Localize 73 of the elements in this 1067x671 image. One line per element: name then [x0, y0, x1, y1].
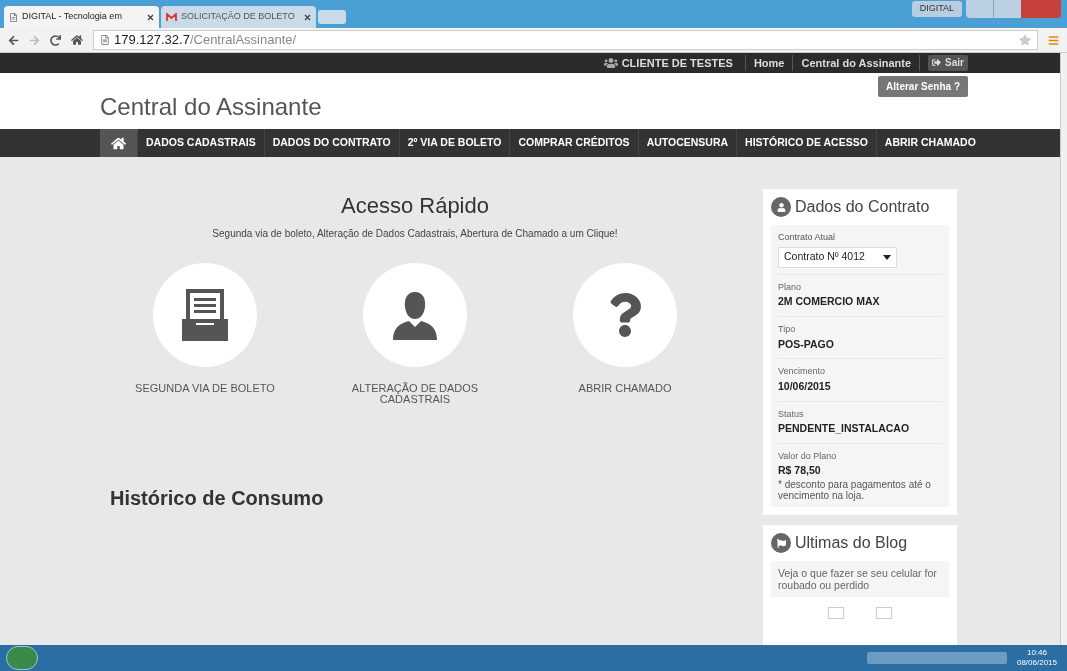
user-name: CLIENTE DE TESTES [621, 54, 746, 72]
top-link[interactable]: Central do Assinante [793, 54, 921, 72]
menu-icon[interactable] [1048, 34, 1059, 46]
close-icon[interactable] [304, 13, 311, 21]
panel-title: Dados do Contrato [795, 197, 930, 218]
users-icon [603, 55, 618, 70]
user-silhouette-icon [390, 290, 440, 341]
url-path: /CentralAssinante/ [189, 31, 297, 50]
browser-tab[interactable]: DIGITAL - Tecnologia em [4, 6, 159, 28]
tooltip: Alterar Senha ? [878, 75, 968, 97]
field-value: 2M COMERCIO MAX [778, 294, 881, 310]
forward-icon[interactable] [29, 34, 40, 46]
blog-post-link[interactable]: Veja o que fazer se seu celular for roubado ou perdido [771, 561, 949, 597]
page-title: Central do Assinante [100, 92, 322, 123]
url-host: 179.127.32.7 [114, 31, 190, 50]
logout-button[interactable]: Sair [928, 54, 968, 71]
next-button[interactable] [876, 607, 892, 619]
dropdown-caret-icon [883, 254, 891, 260]
inbox-tray-icon [182, 289, 228, 342]
scrollbar[interactable] [1060, 53, 1067, 645]
field-value: PENDENTE_INSTALACAO [778, 421, 911, 436]
field-label: Tipo [778, 323, 797, 336]
clock-date: 08/06/2015 [1016, 658, 1057, 668]
section-subtitle: Segunda via de boleto, Alteração de Dados Cadastrais, Abertura de Chamado a um Clique! [211, 227, 619, 242]
nav-link[interactable]: DADOS DO CONTRATO [263, 129, 399, 158]
field-note: * desconto para pagamentos até o vencimento na loja. [778, 479, 932, 501]
flag-icon [771, 533, 791, 553]
star-icon[interactable] [1019, 34, 1031, 46]
field-value: 10/06/2015 [778, 378, 832, 394]
profile-badge[interactable]: DIGITAL [911, 1, 962, 17]
home-tab[interactable] [100, 129, 137, 158]
user-icon [771, 197, 791, 218]
tab-title: DIGITAL - Tecnologia em [22, 10, 123, 24]
field-label: Contrato Atual [778, 231, 837, 245]
address-bar[interactable]: 179.127.32.7/CentralAssinante/ [93, 30, 1038, 50]
previous-button[interactable] [828, 607, 844, 619]
section-title: Acesso Rápido [340, 192, 490, 221]
browser-tab[interactable]: SOLICITAÇÃO DE BOLETO [161, 6, 316, 28]
nav-link[interactable]: COMPRAR CRÉDITOS [509, 129, 638, 158]
nav-link[interactable]: AUTOCENSURA [637, 129, 737, 158]
nav-link[interactable]: ABRIR CHAMADO [875, 129, 984, 158]
tab-title: SOLICITAÇÃO DE BOLETO [181, 10, 296, 24]
start-button[interactable] [6, 646, 38, 670]
mail-logo-icon [166, 13, 177, 21]
top-link[interactable]: Home [745, 54, 794, 72]
contract-select[interactable]: Contrato Nº 4012 [778, 246, 897, 268]
panel-title: Ultimas do Blog [795, 533, 908, 553]
nav-link[interactable]: HISTÓRICO DE ACESSO [736, 129, 876, 158]
clock-time: 10:46 [1026, 648, 1047, 658]
home-icon[interactable] [71, 34, 83, 46]
home-icon [111, 135, 126, 151]
quick-link[interactable]: ABRIR CHAMADO [545, 263, 705, 406]
field-label: Valor do Plano [778, 449, 838, 463]
quick-link[interactable]: ALTERAÇÃO DE DADOS CADASTRAIS [335, 263, 495, 406]
nav-link[interactable]: DADOS CADASTRAIS [137, 129, 264, 158]
page-icon [9, 12, 18, 22]
window-controls[interactable] [966, 0, 1061, 18]
field-value: POS-PAGO [778, 336, 835, 352]
nav-link[interactable]: 2º VIA DE BOLETO [398, 129, 510, 158]
field-label: Plano [778, 280, 803, 294]
quick-link-label: SEGUNDA VIA DE BOLETO [135, 383, 275, 395]
back-icon[interactable] [8, 34, 19, 46]
reload-icon[interactable] [50, 34, 61, 46]
field-label: Vencimento [778, 365, 827, 379]
quick-link-label: ALTERAÇÃO DE DADOS CADASTRAIS [350, 383, 480, 406]
close-icon[interactable] [147, 13, 154, 21]
page-icon [100, 35, 110, 45]
quick-link-label: ABRIR CHAMADO [577, 383, 673, 395]
logout-icon [932, 58, 942, 68]
section-title: Histórico de Consumo [110, 486, 325, 512]
field-value: R$ 78,50 [778, 463, 822, 479]
field-label: Status [778, 407, 805, 421]
quick-link[interactable]: SEGUNDA VIA DE BOLETO [125, 263, 285, 406]
